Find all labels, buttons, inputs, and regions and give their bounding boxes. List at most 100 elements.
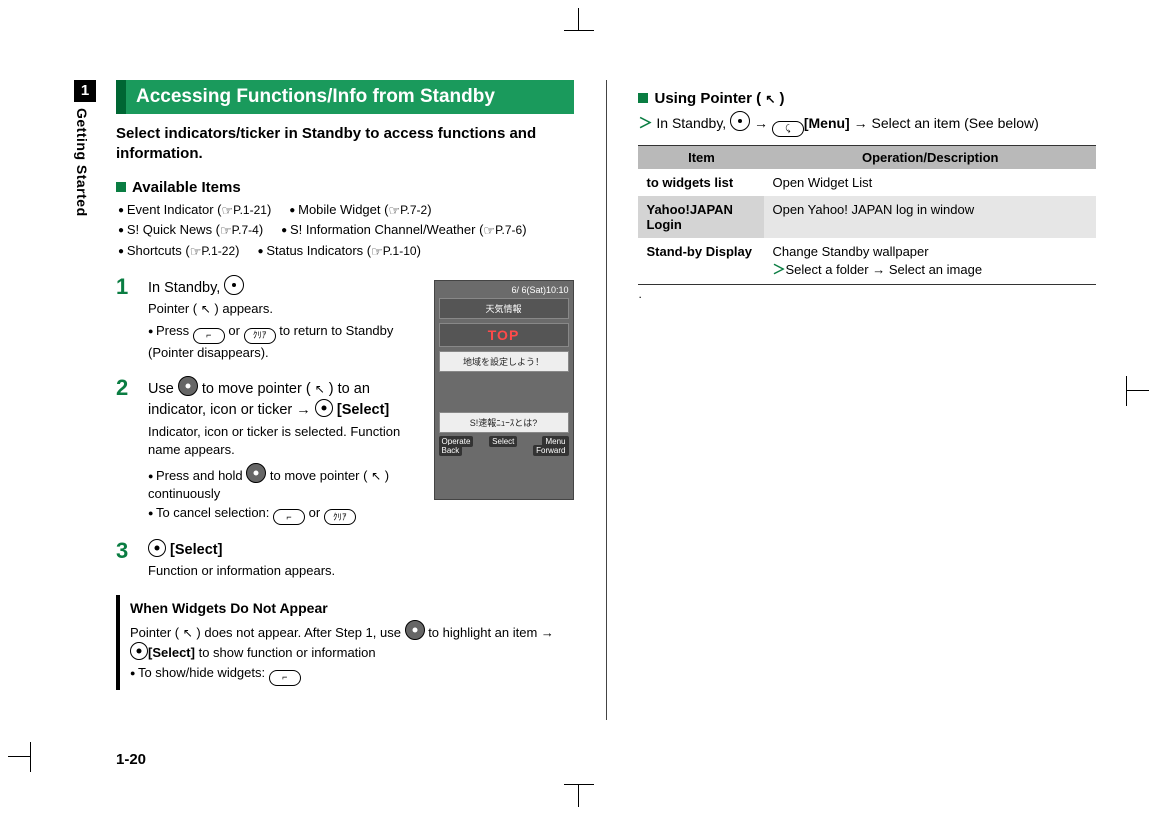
phone-widget-region: 地域を設定しよう！ — [439, 351, 569, 372]
step-body: [Select] Function or information appears… — [148, 539, 416, 580]
trailing-period: . — [638, 287, 1096, 301]
crop-mark — [1127, 390, 1149, 391]
phone-widget-weather: 天気情報 — [439, 298, 569, 319]
step-subtext: Pointer ( ↖ ) appears. — [148, 300, 416, 318]
ref-hand-icon: ☞ — [220, 221, 232, 241]
pointer-cursor-icon: ↖ — [183, 626, 193, 640]
list-item: Status Indicators (☞P.1-10) — [258, 241, 421, 262]
available-items-list: Event Indicator (☞P.1-21) Mobile Widget … — [118, 200, 574, 262]
phone-widget-news: S!速報ﾆｭｰｽとは? — [439, 412, 569, 433]
softkey-icon: ⤹ — [772, 121, 804, 137]
note-line: Pointer ( ↖ ) does not appear. After Ste… — [130, 620, 574, 662]
phone-softkeys: Operate Back Select Menu Forward — [439, 437, 569, 455]
ref-hand-icon: ☞ — [371, 242, 383, 262]
ref-hand-icon: ☞ — [221, 201, 233, 221]
crop-mark — [578, 785, 579, 807]
ref-hand-icon: ☞ — [483, 221, 495, 241]
crop-mark — [30, 742, 31, 772]
table-cell-op: Change Standby wallpaper ＞Select a folde… — [764, 238, 1096, 285]
section-number: 1 — [74, 80, 96, 102]
clear-key-icon: ｸﾘｱ — [244, 328, 276, 344]
multi-selector-dark-icon — [246, 463, 266, 483]
step-number: 3 — [116, 539, 138, 580]
step-1: 1 In Standby, Pointer ( ↖ ) appears. Pre… — [116, 275, 416, 362]
bullet-square-icon — [638, 93, 648, 103]
step-subtext: Function or information appears. — [148, 562, 416, 580]
step-number: 2 — [116, 376, 138, 525]
pointer-cursor-icon: ↖ — [371, 469, 381, 483]
xref: P.7-2 — [400, 203, 427, 217]
crop-mark — [564, 784, 594, 785]
intro-text: → Select an item (See below) — [854, 115, 1039, 131]
pointer-cursor-icon: ↖ — [315, 382, 325, 396]
column-divider — [606, 80, 607, 720]
content-columns: Accessing Functions/Info from Standby Se… — [116, 80, 1096, 720]
step-note: To cancel selection: ⌐ or ｸﾘｱ — [148, 504, 416, 526]
softkey-forward: Forward — [533, 445, 568, 456]
pointer-cursor-icon: ↖ — [765, 92, 775, 106]
crop-mark — [1126, 376, 1127, 406]
table-cell-op: Open Widget List — [764, 169, 1096, 196]
crop-mark — [564, 30, 594, 31]
step-notes: Press and hold to move pointer ( ↖ ) con… — [148, 463, 416, 525]
note-text: or — [309, 505, 324, 520]
step-3: 3 [Select] Function or information appea… — [116, 539, 416, 580]
note-text: to show function or information — [199, 645, 376, 660]
softkey-select: Select — [489, 436, 517, 447]
page-number: 1-20 — [116, 751, 146, 768]
center-key-icon — [130, 642, 148, 660]
note-text: Press — [156, 323, 193, 338]
op-sub-text: Select a folder → Select an image — [786, 262, 983, 277]
xref: P.1-22 — [201, 244, 235, 258]
step-number: 1 — [116, 275, 138, 362]
select-label: [Select] — [337, 402, 389, 418]
available-items-label: Available Items — [132, 179, 241, 196]
section-tab: 1 Getting Started — [74, 80, 96, 240]
note-title: When Widgets Do Not Appear — [130, 599, 574, 619]
op-text: Change Standby wallpaper — [772, 244, 928, 259]
using-pointer-intro: ＞ In Standby, → ⤹[Menu] → Select an item… — [638, 111, 1096, 137]
step-body: In Standby, Pointer ( ↖ ) appears. Press… — [148, 275, 416, 362]
multi-selector-icon — [730, 111, 750, 131]
softkey-back: Back — [439, 445, 463, 456]
pointer-cursor-icon: ↖ — [201, 302, 211, 316]
step-body: Use to move pointer ( ↖ ) to an indicato… — [148, 376, 416, 525]
list-item: S! Information Channel/Weather (☞P.7-6) — [281, 220, 526, 241]
table-head-item: Item — [638, 145, 764, 169]
multi-selector-dark-icon — [178, 376, 198, 396]
multi-selector-icon — [224, 275, 244, 295]
widgets-note-box: When Widgets Do Not Appear Pointer ( ↖ )… — [116, 595, 574, 690]
steps-list: 1 In Standby, Pointer ( ↖ ) appears. Pre… — [116, 275, 416, 581]
bullet-square-icon — [116, 182, 126, 192]
ref-hand-icon: ☞ — [190, 242, 202, 262]
table-cell-op: Open Yahoo! JAPAN log in window — [764, 196, 1096, 238]
list-item: Event Indicator (☞P.1-21) — [118, 200, 271, 221]
xref: P.1-10 — [383, 244, 417, 258]
intro-text: Select indicators/ticker in Standby to a… — [116, 124, 574, 165]
list-item: Mobile Widget (☞P.7-2) — [289, 200, 431, 221]
left-column: Accessing Functions/Info from Standby Se… — [116, 80, 574, 720]
select-label: [Select] — [148, 645, 195, 660]
operation-table: Item Operation/Description to widgets li… — [638, 145, 1096, 285]
phone-screenshot: 6/ 6(Sat)10:10 天気情報 TOP 地域を設定しよう！ S!速報ﾆｭ… — [434, 280, 574, 500]
ref-hand-icon: ☞ — [388, 201, 400, 221]
note-text: To show/hide widgets: — [138, 665, 269, 680]
chevron-icon: ＞ — [772, 262, 785, 277]
table-cell-item: Yahoo!JAPAN Login — [638, 196, 764, 238]
table-head-op: Operation/Description — [764, 145, 1096, 169]
chevron-icon: ＞ — [638, 115, 652, 131]
select-label: [Select] — [170, 542, 222, 558]
step-2: 2 Use to move pointer ( ↖ ) to an indica… — [116, 376, 416, 525]
intro-text: In Standby, — [656, 115, 730, 131]
note-text: Press and hold — [156, 468, 246, 483]
center-key-icon — [315, 399, 333, 417]
multi-selector-dark-icon — [405, 620, 425, 640]
end-key-icon: ⌐ — [193, 328, 225, 344]
step-subtext: Indicator, icon or ticker is selected. F… — [148, 423, 416, 459]
note-text: To cancel selection: — [156, 505, 273, 520]
menu-label: [Menu] — [804, 115, 850, 131]
crop-mark — [8, 756, 30, 757]
center-key-icon — [148, 539, 166, 557]
table-cell-item: to widgets list — [638, 169, 764, 196]
table-row: to widgets list Open Widget List — [638, 169, 1096, 196]
